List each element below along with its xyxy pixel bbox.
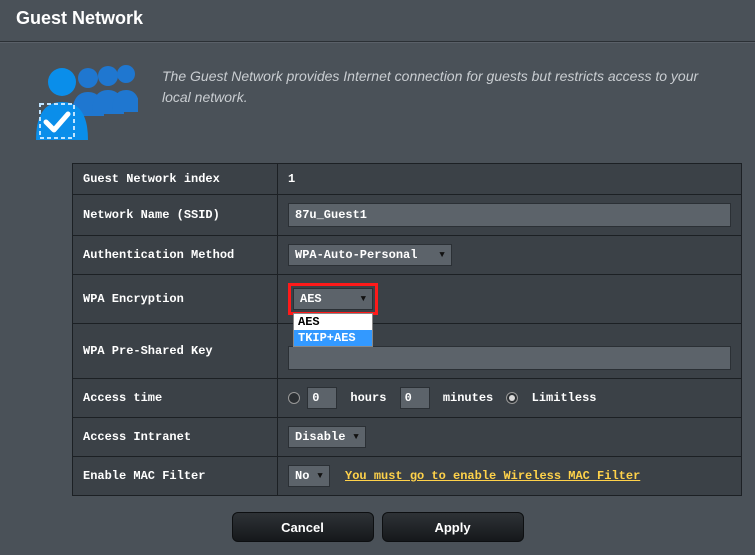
minutes-label: minutes (443, 391, 493, 405)
chevron-down-icon: ▼ (361, 294, 366, 304)
auth-select[interactable]: WPA-Auto-Personal ▼ (288, 244, 452, 266)
hours-input[interactable] (307, 387, 337, 409)
label-enc: WPA Encryption (73, 275, 278, 324)
hero-description: The Guest Network provides Internet conn… (162, 62, 702, 108)
label-access: Access time (73, 379, 278, 418)
label-intranet: Access Intranet (73, 418, 278, 457)
chevron-down-icon: ▼ (353, 432, 358, 442)
mac-value: No (295, 469, 309, 483)
limitless-radio[interactable] (506, 392, 518, 404)
option-aes[interactable]: AES (294, 314, 372, 330)
access-time-radio[interactable] (288, 392, 300, 404)
chevron-down-icon: ▼ (317, 471, 322, 481)
chevron-down-icon: ▼ (439, 250, 444, 260)
mac-select[interactable]: No ▼ (288, 465, 330, 487)
auth-select-value: WPA-Auto-Personal (295, 248, 417, 262)
cancel-button[interactable]: Cancel (232, 512, 374, 542)
psk-input[interactable] (288, 346, 731, 370)
label-ssid: Network Name (SSID) (73, 195, 278, 236)
apply-button[interactable]: Apply (382, 512, 524, 542)
label-gn-index: Guest Network index (73, 164, 278, 195)
hero-section: The Guest Network provides Internet conn… (0, 42, 755, 163)
wpa-encryption-highlight: AES ▼ AES TKIP+AES (288, 283, 378, 315)
ssid-input[interactable] (288, 203, 731, 227)
hours-label: hours (350, 391, 386, 405)
wpa-encryption-value: AES (300, 292, 322, 306)
label-mac: Enable MAC Filter (73, 457, 278, 496)
page-title: Guest Network (0, 0, 755, 42)
wpa-encryption-dropdown: AES TKIP+AES (293, 313, 373, 347)
guest-network-icon (28, 62, 138, 151)
buttons-row: Cancel Apply (0, 496, 755, 542)
label-psk: WPA Pre-Shared Key (73, 324, 278, 379)
intranet-select[interactable]: Disable ▼ (288, 426, 366, 448)
mac-filter-link[interactable]: You must go to enable Wireless MAC Filte… (345, 469, 640, 483)
intranet-value: Disable (295, 430, 345, 444)
wpa-encryption-select[interactable]: AES ▼ (293, 288, 373, 310)
option-tkip-aes[interactable]: TKIP+AES (294, 330, 372, 346)
label-auth: Authentication Method (73, 236, 278, 275)
settings-table: Guest Network index 1 Network Name (SSID… (72, 163, 742, 496)
value-gn-index: 1 (288, 172, 295, 186)
minutes-input[interactable] (400, 387, 430, 409)
limitless-label: Limitless (532, 391, 597, 405)
